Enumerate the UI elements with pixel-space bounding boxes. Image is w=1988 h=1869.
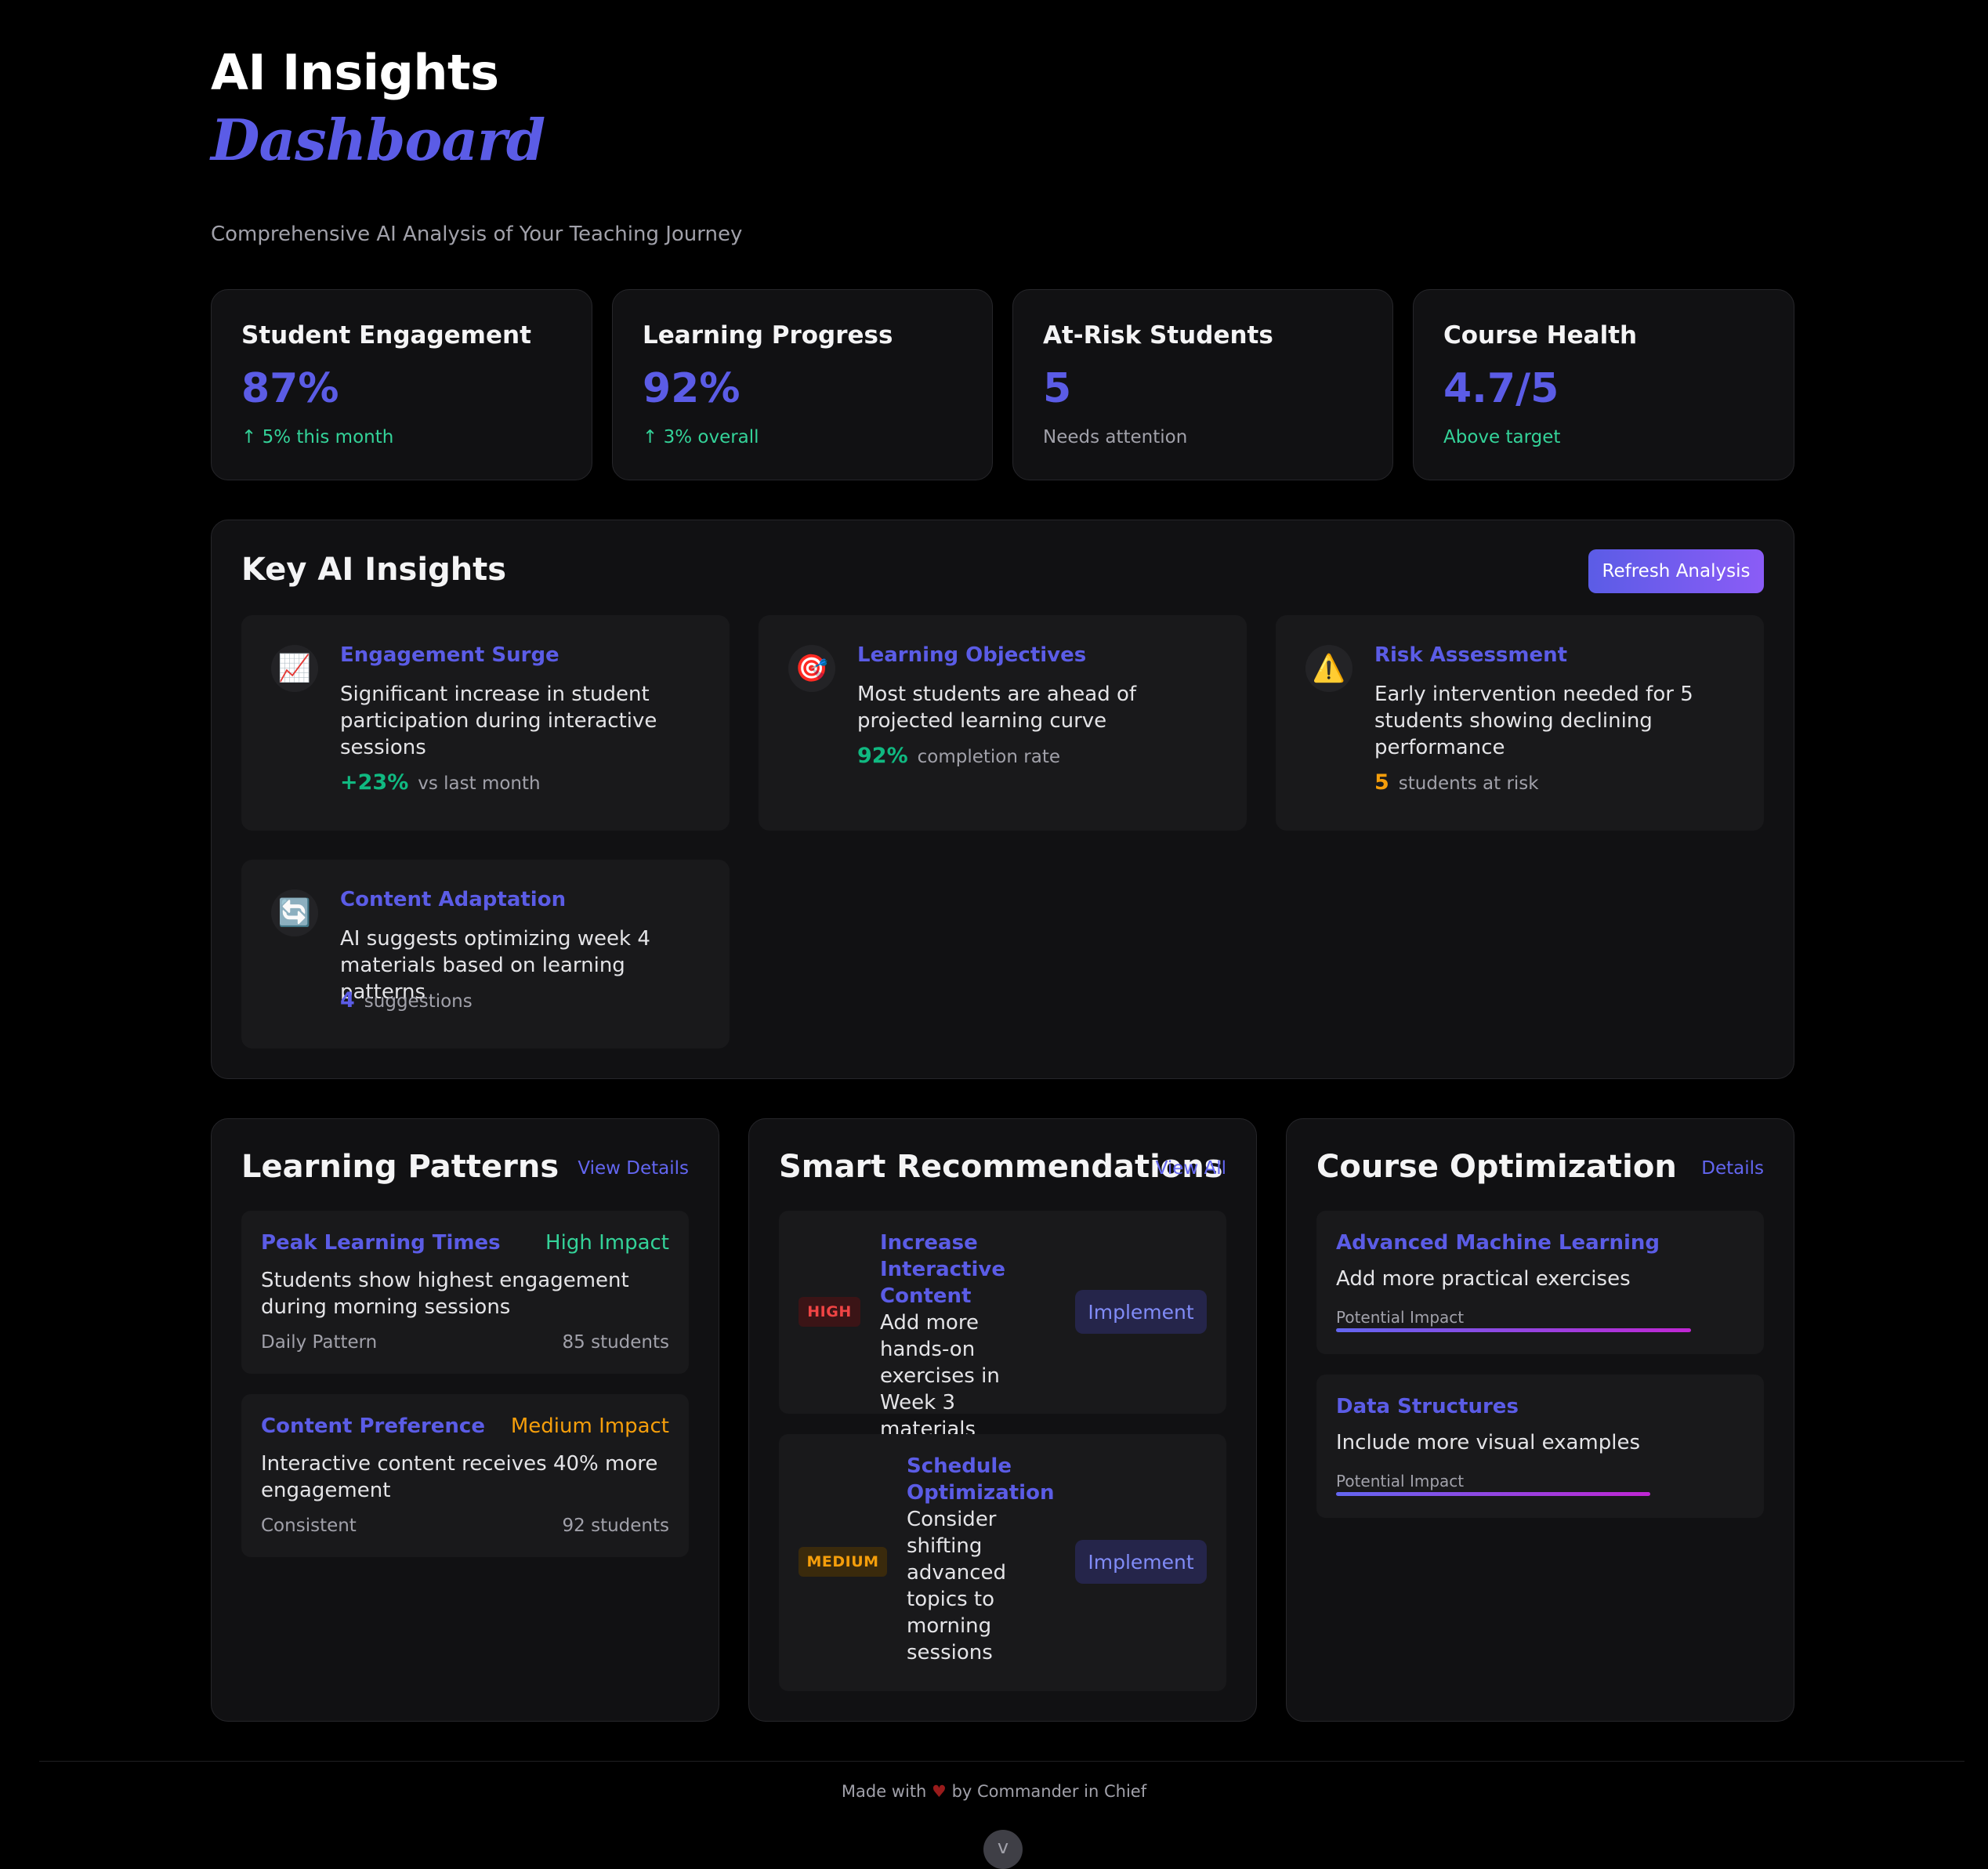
insight-title: Engagement Surge <box>340 643 559 667</box>
pattern-frequency: Consistent <box>261 1516 357 1536</box>
recommendation-card: MEDIUM Schedule Optimization Consider sh… <box>779 1434 1226 1691</box>
page-title-script: Dashboard <box>211 107 545 173</box>
implement-button[interactable]: Implement <box>1075 1290 1207 1334</box>
optimization-card[interactable]: Data Structures Include more visual exam… <box>1316 1375 1764 1518</box>
footer: Made with ♥ by Commander in Chief <box>0 1782 1988 1801</box>
impact-label: High Impact <box>545 1231 669 1255</box>
metric-title: Course Health <box>1443 321 1638 350</box>
priority-badge: MEDIUM <box>798 1547 887 1577</box>
course-title: Advanced Machine Learning <box>1336 1231 1660 1255</box>
insight-title: Learning Objectives <box>857 643 1087 667</box>
pattern-meta: Consistent 92 students <box>261 1516 669 1536</box>
view-all-link[interactable]: View All <box>1156 1158 1226 1179</box>
optimization-description: Add more practical exercises <box>1336 1267 1631 1291</box>
course-optimization-panel: Course Optimization Details Advanced Mac… <box>1286 1118 1794 1722</box>
insight-stat-value: 92% <box>857 744 908 768</box>
section-title: Learning Patterns <box>241 1149 559 1185</box>
metric-note: ↑ 3% overall <box>643 427 759 447</box>
pattern-frequency: Daily Pattern <box>261 1332 378 1353</box>
insight-stat: +23% vs last month <box>340 770 541 795</box>
insight-title: Content Adaptation <box>340 888 567 911</box>
insight-stat-value: +23% <box>340 770 409 795</box>
priority-badge: HIGH <box>798 1297 860 1327</box>
recommendation-description: Consider shifting advanced topics to mor… <box>907 1508 1007 1664</box>
recommendation-description: Add more hands-on exercises in Week 3 ma… <box>880 1311 1000 1441</box>
insight-card-content: 🔄 Content Adaptation AI suggests optimiz… <box>241 860 730 1049</box>
details-link[interactable]: Details <box>1701 1158 1764 1179</box>
insight-stat: 5 students at risk <box>1374 770 1539 795</box>
insight-stat-value: 4 <box>340 988 355 1012</box>
target-icon: 🎯 <box>788 645 835 692</box>
insight-stat-value: 5 <box>1374 770 1389 795</box>
impact-bar <box>1336 1328 1691 1332</box>
pattern-title: Peak Learning Times <box>261 1231 501 1255</box>
recommendations-panel: Smart Recommendations View All HIGH Incr… <box>748 1118 1257 1722</box>
recommendation-title: Schedule Optimization <box>907 1454 1055 1505</box>
pattern-meta: Daily Pattern 85 students <box>261 1332 669 1353</box>
insight-title: Risk Assessment <box>1374 643 1568 667</box>
pattern-description: Students show highest engagement during … <box>261 1269 629 1319</box>
optimization-description: Include more visual examples <box>1336 1431 1641 1454</box>
metric-card-engagement: Student Engagement 87% ↑ 5% this month <box>211 289 592 480</box>
pattern-title: Content Preference <box>261 1414 485 1438</box>
insight-description: Early intervention needed for 5 students… <box>1374 683 1693 759</box>
footer-author: by Commander in Chief <box>951 1782 1147 1801</box>
page-title: AI Insights <box>211 44 499 101</box>
insight-stat-label: students at risk <box>1398 773 1539 794</box>
insight-stat: 4 suggestions <box>340 988 473 1012</box>
pattern-description: Interactive content receives 40% more en… <box>261 1452 658 1502</box>
insight-card-engagement: 📈 Engagement Surge Significant increase … <box>241 615 730 831</box>
section-title: Key AI Insights <box>241 552 507 588</box>
recommendation-card: HIGH Increase Interactive Content Add mo… <box>779 1211 1226 1441</box>
refresh-analysis-button[interactable]: Refresh Analysis <box>1588 549 1764 593</box>
scroll-down-button[interactable]: v <box>983 1830 1023 1869</box>
impact-bar <box>1336 1492 1650 1496</box>
page-header: AI Insights Dashboard <box>211 43 545 178</box>
insight-description: Most students are ahead of projected lea… <box>857 683 1137 733</box>
metric-card-at-risk: At-Risk Students 5 Needs attention <box>1012 289 1393 480</box>
insight-stat-label: suggestions <box>364 991 473 1012</box>
insight-description: Significant increase in student particip… <box>340 683 657 759</box>
metric-card-progress: Learning Progress 92% ↑ 3% overall <box>612 289 993 480</box>
metric-title: At-Risk Students <box>1043 321 1273 350</box>
metric-title: Learning Progress <box>643 321 893 350</box>
page-subtitle: Comprehensive AI Analysis of Your Teachi… <box>211 223 743 246</box>
impact-label: Potential Impact <box>1336 1472 1465 1490</box>
metric-value: 87% <box>241 365 339 412</box>
learning-patterns-panel: Learning Patterns View Details Peak Lear… <box>211 1118 719 1722</box>
metric-title: Student Engagement <box>241 321 531 350</box>
pattern-card[interactable]: Peak Learning Times High Impact Students… <box>241 1211 689 1374</box>
key-insights-panel: Key AI Insights Refresh Analysis 📈 Engag… <box>211 520 1794 1079</box>
footer-divider <box>39 1761 1964 1762</box>
pattern-card[interactable]: Content Preference Medium Impact Interac… <box>241 1394 689 1557</box>
course-title: Data Structures <box>1336 1395 1519 1418</box>
chart-increasing-icon: 📈 <box>271 645 318 692</box>
refresh-icon: 🔄 <box>271 889 318 936</box>
view-details-link[interactable]: View Details <box>578 1158 689 1179</box>
footer-made-with: Made with <box>841 1782 927 1801</box>
insight-stat-label: vs last month <box>418 773 541 794</box>
insight-stat-label: completion rate <box>917 747 1060 767</box>
optimization-card[interactable]: Advanced Machine Learning Add more pract… <box>1316 1211 1764 1354</box>
impact-label: Medium Impact <box>510 1414 669 1438</box>
implement-button[interactable]: Implement <box>1075 1540 1207 1584</box>
impact-label: Potential Impact <box>1336 1308 1465 1327</box>
metric-value: 4.7/5 <box>1443 365 1559 412</box>
insight-stat: 92% completion rate <box>857 744 1060 768</box>
metric-value: 92% <box>643 365 741 412</box>
warning-icon: ⚠️ <box>1305 645 1352 692</box>
pattern-student-count: 85 students <box>562 1332 669 1353</box>
recommendation-title: Increase Interactive Content <box>880 1231 1005 1308</box>
metric-value: 5 <box>1043 365 1072 412</box>
pattern-student-count: 92 students <box>562 1516 669 1536</box>
section-title: Course Optimization <box>1316 1149 1677 1185</box>
metric-note: ↑ 5% this month <box>241 427 394 447</box>
metric-card-course-health: Course Health 4.7/5 Above target <box>1413 289 1794 480</box>
insight-card-objectives: 🎯 Learning Objectives Most students are … <box>759 615 1247 831</box>
metric-note: Needs attention <box>1043 427 1188 447</box>
insight-card-risk: ⚠️ Risk Assessment Early intervention ne… <box>1276 615 1764 831</box>
heart-icon: ♥ <box>932 1782 947 1801</box>
metric-note: Above target <box>1443 427 1561 447</box>
